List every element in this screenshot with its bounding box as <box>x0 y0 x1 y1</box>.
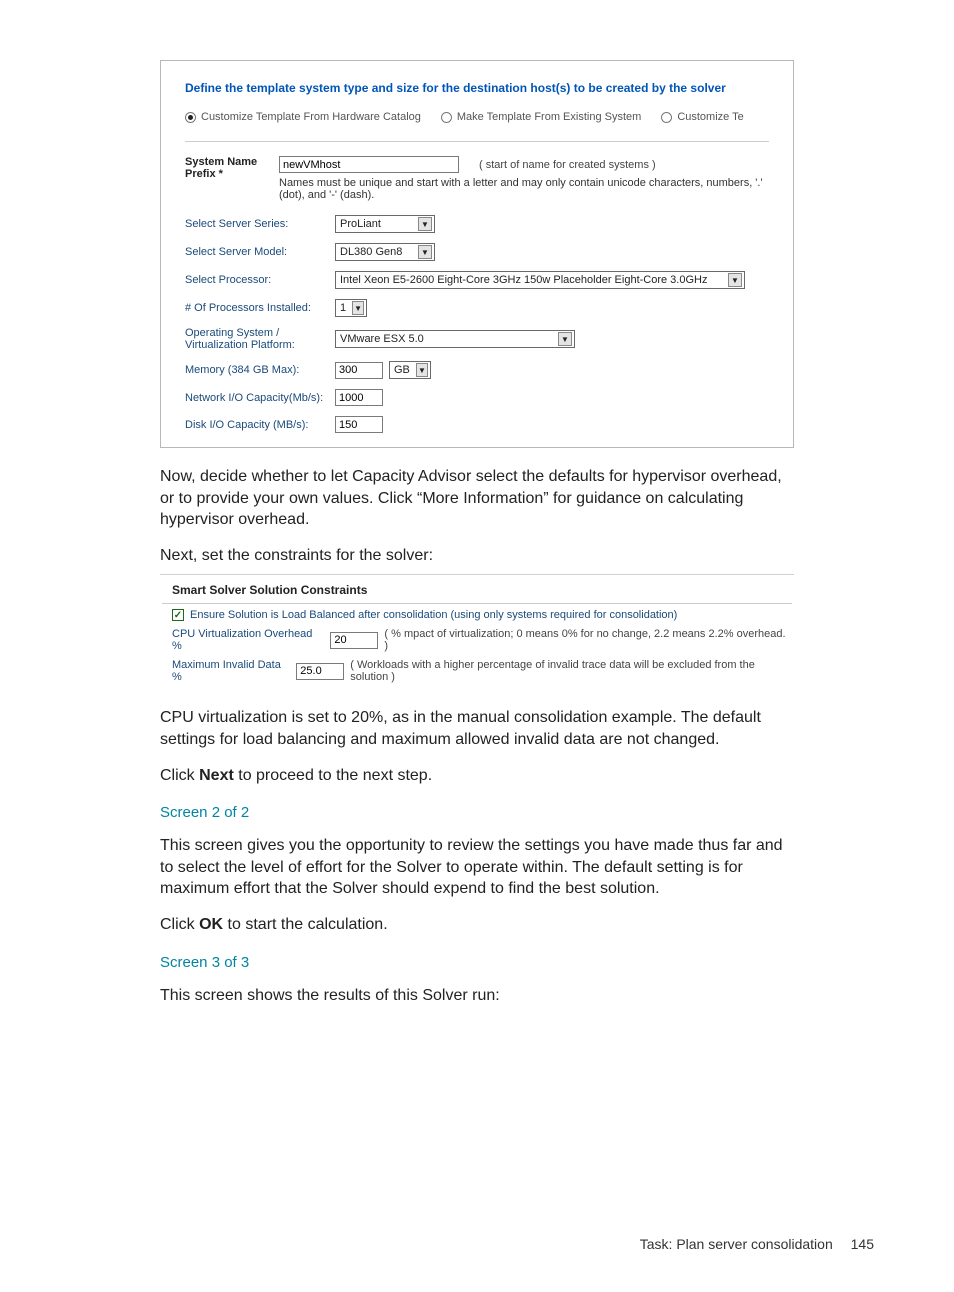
template-definition-panel: Define the template system type and size… <box>160 60 794 448</box>
disk-io-input[interactable] <box>335 416 383 433</box>
screen-3-heading: Screen 3 of 3 <box>160 954 794 971</box>
body-paragraph: Now, decide whether to let Capacity Advi… <box>160 466 794 531</box>
body-paragraph: Click Next to proceed to the next step. <box>160 765 794 787</box>
page-footer: Task: Plan server consolidation 145 <box>0 1236 874 1252</box>
system-name-prefix-label: System Name Prefix * <box>185 156 267 180</box>
footer-task: Task: Plan server consolidation <box>640 1236 833 1252</box>
memory-label: Memory (384 GB Max): <box>185 364 335 376</box>
body-paragraph: Next, set the constraints for the solver… <box>160 545 794 567</box>
chevron-down-icon: ▼ <box>416 363 428 377</box>
num-processors-select[interactable]: 1 ▼ <box>335 299 367 317</box>
cpu-overhead-label: CPU Virtualization Overhead % <box>172 628 324 652</box>
max-invalid-hint: ( Workloads with a higher percentage of … <box>350 659 790 683</box>
chevron-down-icon: ▼ <box>352 301 364 315</box>
body-paragraph: CPU virtualization is set to 20%, as in … <box>160 707 794 750</box>
chevron-down-icon: ▼ <box>558 332 572 346</box>
prefix-hint: ( start of name for created systems ) <box>479 159 656 171</box>
chevron-down-icon: ▼ <box>418 245 432 259</box>
os-platform-select[interactable]: VMware ESX 5.0 ▼ <box>335 330 575 348</box>
select-value: DL380 Gen8 <box>340 246 402 258</box>
memory-input[interactable] <box>335 362 383 379</box>
select-value: VMware ESX 5.0 <box>340 333 424 345</box>
checkbox-label: Ensure Solution is Load Balanced after c… <box>190 609 677 621</box>
num-processors-label: # Of Processors Installed: <box>185 302 335 314</box>
cpu-overhead-hint: ( % mpact of virtualization; 0 means 0% … <box>384 628 790 652</box>
select-value: Intel Xeon E5-2600 Eight-Core 3GHz 150w … <box>340 274 707 286</box>
max-invalid-label: Maximum Invalid Data % <box>172 659 290 683</box>
processor-label: Select Processor: <box>185 274 335 286</box>
body-paragraph: Click OK to start the calculation. <box>160 914 794 936</box>
server-model-label: Select Server Model: <box>185 246 335 258</box>
memory-unit-select[interactable]: GB ▼ <box>389 361 431 379</box>
server-series-select[interactable]: ProLiant ▼ <box>335 215 435 233</box>
chevron-down-icon: ▼ <box>728 273 742 287</box>
select-value: 1 <box>340 302 346 314</box>
radio-from-catalog[interactable]: Customize Template From Hardware Catalog <box>185 111 421 123</box>
load-balanced-checkbox[interactable]: ✓ <box>172 609 184 621</box>
processor-select[interactable]: Intel Xeon E5-2600 Eight-Core 3GHz 150w … <box>335 271 745 289</box>
network-io-label: Network I/O Capacity(Mb/s): <box>185 392 335 404</box>
radio-label: Customize Template From Hardware Catalog <box>201 111 421 123</box>
max-invalid-input[interactable] <box>296 663 344 680</box>
disk-io-label: Disk I/O Capacity (MB/s): <box>185 419 335 431</box>
server-series-label: Select Server Series: <box>185 218 335 230</box>
prefix-note: Names must be unique and start with a le… <box>279 177 769 201</box>
radio-from-existing[interactable]: Make Template From Existing System <box>441 111 641 123</box>
network-io-input[interactable] <box>335 389 383 406</box>
radio-label: Make Template From Existing System <box>457 111 641 123</box>
radio-label: Customize Te <box>677 111 743 123</box>
radio-icon <box>441 112 452 123</box>
screen-2-heading: Screen 2 of 2 <box>160 804 794 821</box>
body-paragraph: This screen gives you the opportunity to… <box>160 835 794 900</box>
select-value: GB <box>394 364 410 376</box>
panel-heading: Define the template system type and size… <box>185 81 769 95</box>
footer-page-number: 145 <box>851 1236 874 1252</box>
server-model-select[interactable]: DL380 Gen8 ▼ <box>335 243 435 261</box>
select-value: ProLiant <box>340 218 381 230</box>
cpu-overhead-input[interactable] <box>330 632 378 649</box>
template-source-radios: Customize Template From Hardware Catalog… <box>185 111 769 142</box>
chevron-down-icon: ▼ <box>418 217 432 231</box>
radio-icon <box>185 112 196 123</box>
system-name-prefix-input[interactable] <box>279 156 459 173</box>
constraints-title: Smart Solver Solution Constraints <box>162 579 792 604</box>
radio-icon <box>661 112 672 123</box>
radio-customize-te[interactable]: Customize Te <box>661 111 743 123</box>
solver-constraints-panel: Smart Solver Solution Constraints ✓ Ensu… <box>160 574 794 693</box>
body-paragraph: This screen shows the results of this So… <box>160 985 794 1007</box>
os-platform-label: Operating System / Virtualization Platfo… <box>185 327 335 351</box>
